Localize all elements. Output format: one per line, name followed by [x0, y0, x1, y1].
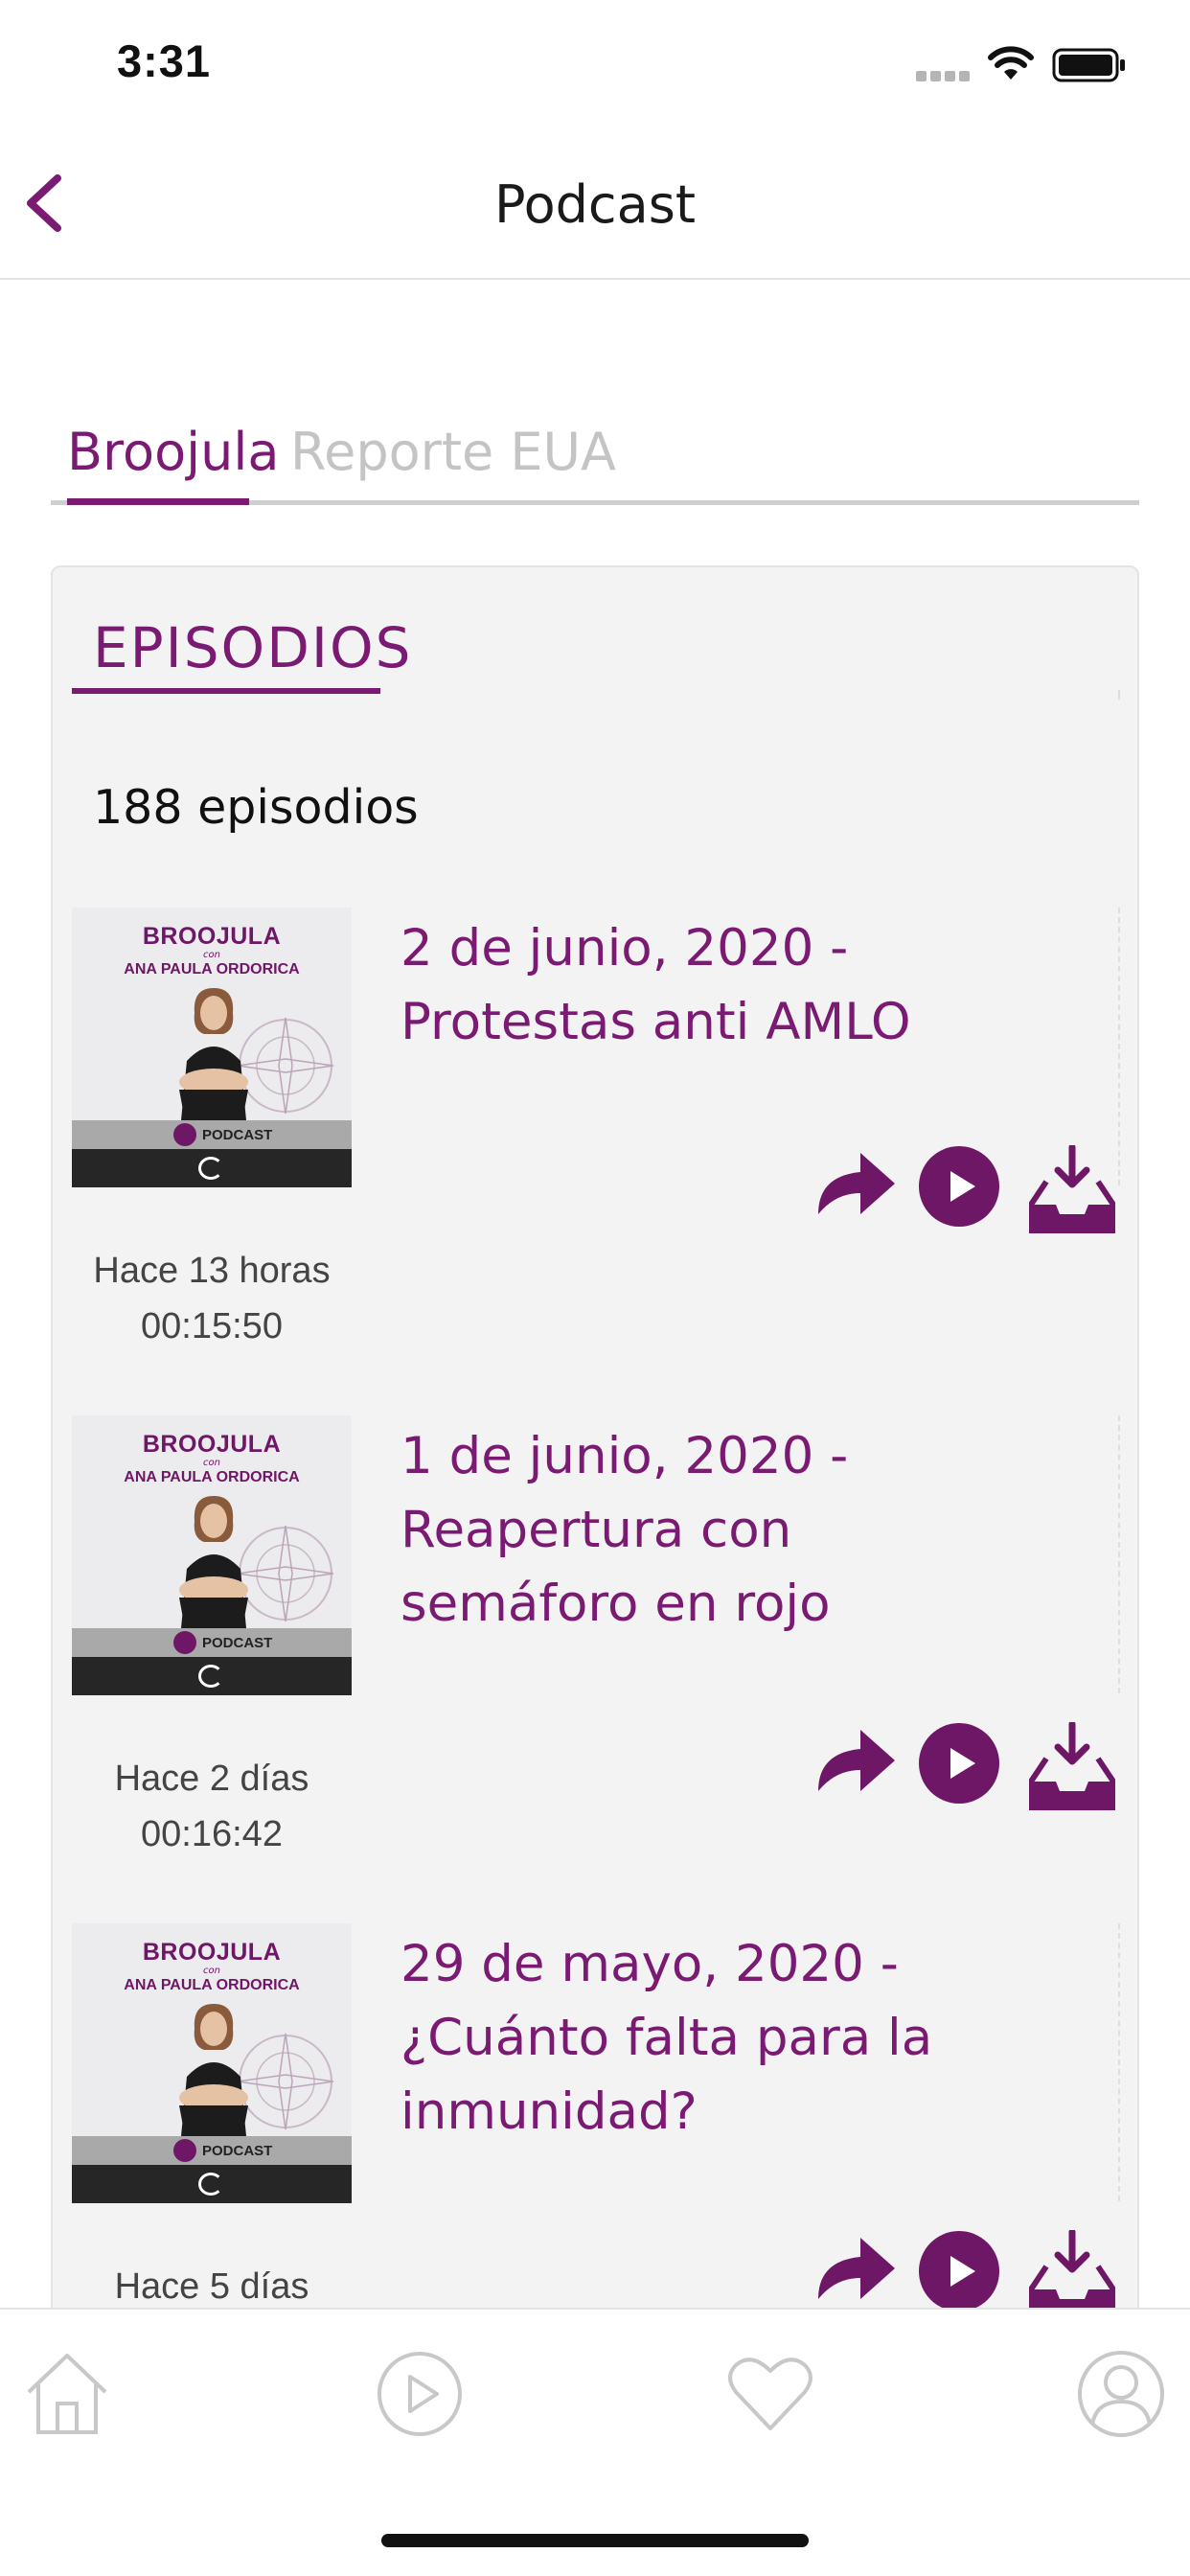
- episode-thumbnail: BROOJULA con ANA PAULA ORDORICA PODCAST: [72, 1415, 352, 1695]
- share-button[interactable]: [814, 2230, 897, 2307]
- episode-age: Hace 13 horas: [93, 1251, 331, 1291]
- episodes-card: EPISODIOS 188 episodios BROOJULA con ANA…: [51, 565, 1139, 2576]
- podcast-badge-icon: [173, 1631, 196, 1654]
- download-icon: [1054, 1145, 1090, 1188]
- episode-title[interactable]: 2 de junio, 2020 - Protestas anti AMLO: [400, 911, 1033, 1059]
- thumbnail-brand: BROOJULA: [142, 1939, 282, 1966]
- tab-reporte-eua[interactable]: Reporte EUA: [290, 422, 616, 482]
- section-underline: [72, 688, 380, 694]
- episode-meta: Hace 2 días 00:16:42: [72, 1751, 352, 1862]
- share-icon: [818, 2238, 895, 2299]
- network-logo-icon: [198, 1665, 223, 1688]
- download-icon: [1054, 2230, 1090, 2273]
- download-button[interactable]: [1029, 2230, 1115, 2318]
- episode-thumbnail: BROOJULA con ANA PAULA ORDORICA PODCAST: [72, 1923, 352, 2203]
- episode-actions: [814, 1145, 1116, 1241]
- share-icon: [818, 1153, 895, 1214]
- play-button[interactable]: [918, 1722, 1000, 1805]
- home-icon[interactable]: [21, 2348, 113, 2440]
- podcast-badge-icon: [173, 2139, 196, 2162]
- share-button[interactable]: [814, 1145, 897, 1222]
- thumbnail-podcast-label: PODCAST: [202, 1127, 273, 1143]
- host-photo: [179, 1496, 248, 1628]
- episode-meta: Hace 5 días: [72, 2259, 352, 2314]
- thumbnail-host: ANA PAULA ORDORICA: [124, 961, 300, 978]
- signal-icon: [916, 71, 972, 82]
- wifi-icon: [988, 46, 1034, 80]
- navigation-bar: Podcast: [0, 128, 1190, 280]
- host-photo: [179, 988, 248, 1120]
- episode-age: Hace 2 días: [114, 1759, 309, 1799]
- episode-thumbnail: BROOJULA con ANA PAULA ORDORICA PODCAST: [72, 908, 352, 1187]
- episode-meta: Hace 13 horas 00:15:50: [72, 1243, 352, 1354]
- player-icon[interactable]: [374, 2348, 466, 2440]
- play-button[interactable]: [918, 2230, 1000, 2312]
- thumbnail-brand: BROOJULA: [142, 1431, 282, 1458]
- network-logo-icon: [198, 2173, 223, 2196]
- home-indicator: [381, 2534, 809, 2547]
- battery-icon: [1052, 48, 1125, 82]
- episode-age: Hace 5 días: [114, 2266, 309, 2307]
- section-title: EPISODIOS: [93, 615, 413, 680]
- thumbnail-host: ANA PAULA ORDORICA: [124, 1469, 300, 1485]
- thumbnail-host: ANA PAULA ORDORICA: [124, 1977, 300, 1993]
- favorites-icon[interactable]: [724, 2348, 816, 2440]
- thumbnail-brand: BROOJULA: [142, 923, 282, 950]
- download-icon: [1054, 1722, 1090, 1765]
- list-item[interactable]: BROOJULA con ANA PAULA ORDORICA PODCAST …: [72, 1415, 1126, 1895]
- network-logo-icon: [198, 1157, 223, 1180]
- thumbnail-podcast-label: PODCAST: [202, 2143, 273, 2159]
- thumbnail-con: con: [203, 950, 220, 960]
- download-button[interactable]: [1029, 1722, 1115, 1810]
- play-button[interactable]: [918, 1145, 1000, 1228]
- profile-icon[interactable]: [1075, 2348, 1167, 2440]
- podcast-badge-icon: [173, 1123, 196, 1146]
- divider: [1118, 690, 1120, 700]
- download-button[interactable]: [1029, 1145, 1115, 1233]
- episode-actions: [814, 1722, 1116, 1818]
- status-time: 3:31: [117, 35, 212, 86]
- episode-count: 188 episodios: [93, 780, 419, 835]
- episode-duration: 00:15:50: [141, 1306, 283, 1346]
- list-item[interactable]: BROOJULA con ANA PAULA ORDORICA PODCAST …: [72, 908, 1126, 1387]
- podcast-tabs: Broojula Reporte EUA: [51, 412, 1139, 508]
- episode-title[interactable]: 29 de mayo, 2020 - ¿Cuánto falta para la…: [400, 1927, 1033, 2149]
- share-icon: [818, 1730, 895, 1791]
- thumbnail-podcast-label: PODCAST: [202, 1635, 273, 1651]
- episode-duration: 00:16:42: [141, 1814, 283, 1854]
- thumbnail-con: con: [203, 1966, 220, 1976]
- status-bar: 3:31: [0, 0, 1190, 128]
- active-tab-indicator: [67, 498, 249, 505]
- page-title: Podcast: [493, 174, 697, 235]
- tab-broojula[interactable]: Broojula: [67, 422, 279, 482]
- host-photo: [179, 2004, 248, 2136]
- thumbnail-con: con: [203, 1458, 220, 1468]
- share-button[interactable]: [814, 1722, 897, 1799]
- episode-title[interactable]: 1 de junio, 2020 - Reapertura con semáfo…: [400, 1419, 1033, 1641]
